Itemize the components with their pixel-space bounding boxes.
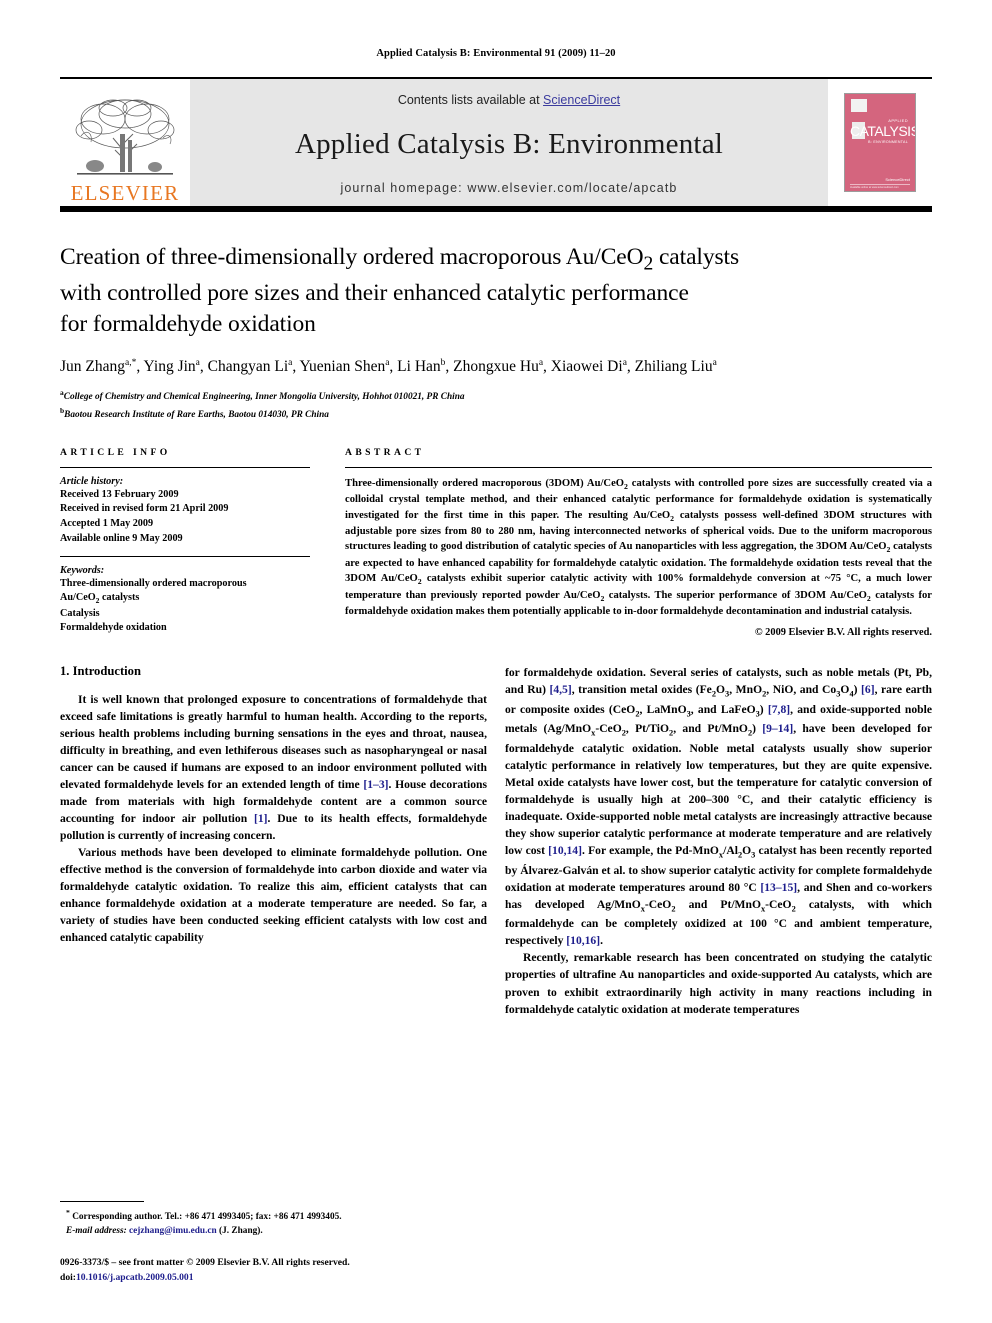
contents-lists-line: Contents lists available at ScienceDirec… xyxy=(398,93,620,107)
author[interactable]: Ying Jina xyxy=(144,358,200,375)
cover-art: APPLIED CATALYSIS B: ENVIRONMENTAL Scien… xyxy=(844,93,916,192)
article-info-column: ARTICLE INFO Article history: Received 1… xyxy=(60,447,310,638)
title-line-3: for formaldehyde oxidation xyxy=(60,310,316,337)
title-subscript: 2 xyxy=(643,253,654,275)
email-note[interactable]: E-mail address: cejzhang@imu.edu.cn (J. … xyxy=(60,1225,487,1239)
corresponding-author-note: * Corresponding author. Tel.: +86 471 49… xyxy=(66,1208,342,1223)
author[interactable]: Xiaowei Dia xyxy=(551,358,627,375)
author-name: Changyan Li xyxy=(207,358,289,376)
paper-page: Applied Catalysis B: Environmental 91 (2… xyxy=(0,0,992,1323)
paragraph: It is well known that prolonged exposure… xyxy=(60,692,487,843)
author-mark: a,* xyxy=(125,358,137,369)
affiliation: bBaotou Research Institute of Rare Earth… xyxy=(60,405,932,423)
author[interactable]: Zhongxue Hua xyxy=(453,358,543,375)
affiliation-list: aCollege of Chemistry and Chemical Engin… xyxy=(60,387,932,423)
author-mark: a xyxy=(622,358,627,369)
author-name: Xiaowei Di xyxy=(550,358,623,376)
author-mark: a xyxy=(712,358,717,369)
author[interactable]: Yuenian Shena xyxy=(300,358,390,375)
sciencedirect-link[interactable]: ScienceDirect xyxy=(543,93,620,107)
cover-sciencedirect-label: ScienceDirect xyxy=(885,177,910,182)
elsevier-logo: ELSEVIER xyxy=(60,79,190,206)
journal-homepage-line[interactable]: journal homepage: www.elsevier.com/locat… xyxy=(341,181,678,195)
issn-block: 0926-3373/$ – see front matter © 2009 El… xyxy=(60,1256,487,1285)
doi-line[interactable]: doi:10.1016/j.apcatb.2009.05.001 xyxy=(60,1271,487,1285)
journal-cover-thumbnail[interactable]: APPLIED CATALYSIS B: ENVIRONMENTAL Scien… xyxy=(828,79,932,206)
article-info-rule xyxy=(60,466,310,468)
issn-line: 0926-3373/$ – see front matter © 2009 El… xyxy=(60,1257,350,1269)
keyword-item: Catalysis xyxy=(60,607,100,619)
paragraph: Various methods have been developed to e… xyxy=(60,846,487,945)
contents-prefix: Contents lists available at xyxy=(397,93,544,107)
page-title: Creation of three-dimensionally ordered … xyxy=(60,242,932,340)
cover-main-label: CATALYSIS xyxy=(850,123,916,139)
info-abstract-row: ARTICLE INFO Article history: Received 1… xyxy=(60,447,932,638)
author-mark: a xyxy=(195,358,200,369)
abstract-text: Three-dimensionally ordered macroporous … xyxy=(345,477,932,618)
author-name: Yuenian Shen xyxy=(299,358,386,376)
affiliation-text: College of Chemistry and Chemical Engine… xyxy=(63,391,465,402)
abstract-rule xyxy=(345,466,932,468)
article-info-heading: ARTICLE INFO xyxy=(60,446,171,458)
author-name: Ying Jin xyxy=(143,358,196,376)
author-name: Li Han xyxy=(397,358,441,376)
elsevier-tree-icon xyxy=(73,94,177,182)
author-mark: a xyxy=(385,358,390,369)
article-history-label: Article history: xyxy=(60,475,124,487)
cover-sub-label: B: ENVIRONMENTAL xyxy=(868,140,908,144)
author[interactable]: Changyan Lia xyxy=(208,358,293,375)
author-mark: b xyxy=(440,358,446,369)
column-gap xyxy=(310,447,345,638)
abstract-copyright: © 2009 Elsevier B.V. All rights reserved… xyxy=(754,626,932,638)
author[interactable]: Zhiliang Liua xyxy=(635,358,717,375)
keyword-item: Au/CeO2 catalysts xyxy=(60,592,140,606)
article-history-item: Accepted 1 May 2009 xyxy=(60,518,154,530)
elsevier-wordmark: ELSEVIER xyxy=(70,181,180,205)
journal-title: Applied Catalysis B: Environmental xyxy=(294,127,724,160)
abstract-column: ABSTRACT Three-dimensionally ordered mac… xyxy=(345,447,932,638)
affiliation-text: Baotou Research Institute of Rare Earths… xyxy=(64,409,329,420)
author-name: Zhongxue Hu xyxy=(453,358,539,376)
title-line-1: Creation of three-dimensionally ordered … xyxy=(60,244,644,270)
author[interactable]: Jun Zhanga,* xyxy=(60,358,136,375)
title-line-1-tail: catalysts xyxy=(653,244,739,270)
body-column-gap xyxy=(487,664,505,1018)
body-columns: 1. Introduction It is well known that pr… xyxy=(60,664,932,1018)
paragraph: for formaldehyde oxidation. Several seri… xyxy=(505,665,933,948)
affiliation: aCollege of Chemistry and Chemical Engin… xyxy=(60,387,932,405)
journal-banner: ELSEVIER Contents lists available at Sci… xyxy=(60,77,932,212)
cover-elsevier-mark-icon xyxy=(851,99,867,112)
author-name: Zhiliang Liu xyxy=(634,358,713,376)
paragraph: Recently, remarkable research has been c… xyxy=(505,951,932,1016)
article-history-item: Received 13 February 2009 xyxy=(60,488,179,500)
keywords-block: Keywords: Three-dimensionally ordered ma… xyxy=(60,565,310,636)
cover-divider xyxy=(850,184,910,185)
cover-tiny-label: Available online at www.sciencedirect.co… xyxy=(850,186,899,189)
author[interactable]: Li Hanb xyxy=(397,358,445,375)
section-title-introduction: 1. Introduction xyxy=(60,663,141,678)
author-mark: a xyxy=(288,358,293,369)
keyword-item: Three-dimensionally ordered macroporous xyxy=(60,577,247,589)
keywords-rule xyxy=(60,555,310,557)
footnote-rule xyxy=(60,1201,144,1203)
body-column-left: 1. Introduction It is well known that pr… xyxy=(60,664,487,1018)
keywords-label: Keywords: xyxy=(60,564,105,576)
title-block: Creation of three-dimensionally ordered … xyxy=(60,242,932,423)
author-list: Jun Zhanga,*, Ying Jina, Changyan Lia, Y… xyxy=(60,358,717,376)
abstract-heading: ABSTRACT xyxy=(345,446,425,458)
article-history-item: Available online 9 May 2009 xyxy=(60,532,183,544)
body-column-right: for formaldehyde oxidation. Several seri… xyxy=(505,664,932,1018)
banner-center: Contents lists available at ScienceDirec… xyxy=(190,79,828,206)
author-name: Jun Zhang xyxy=(60,358,126,376)
article-history-item: Received in revised form 21 April 2009 xyxy=(60,503,229,515)
author-mark: a xyxy=(538,358,544,369)
keyword-item: Formaldehyde oxidation xyxy=(60,622,167,634)
banner-bottom-rule xyxy=(60,206,932,212)
footnote-block: * Corresponding author. Tel.: +86 471 49… xyxy=(60,1201,487,1285)
running-head: Applied Catalysis B: Environmental 91 (2… xyxy=(376,48,616,59)
title-line-2: with controlled pore sizes and their enh… xyxy=(60,279,689,306)
